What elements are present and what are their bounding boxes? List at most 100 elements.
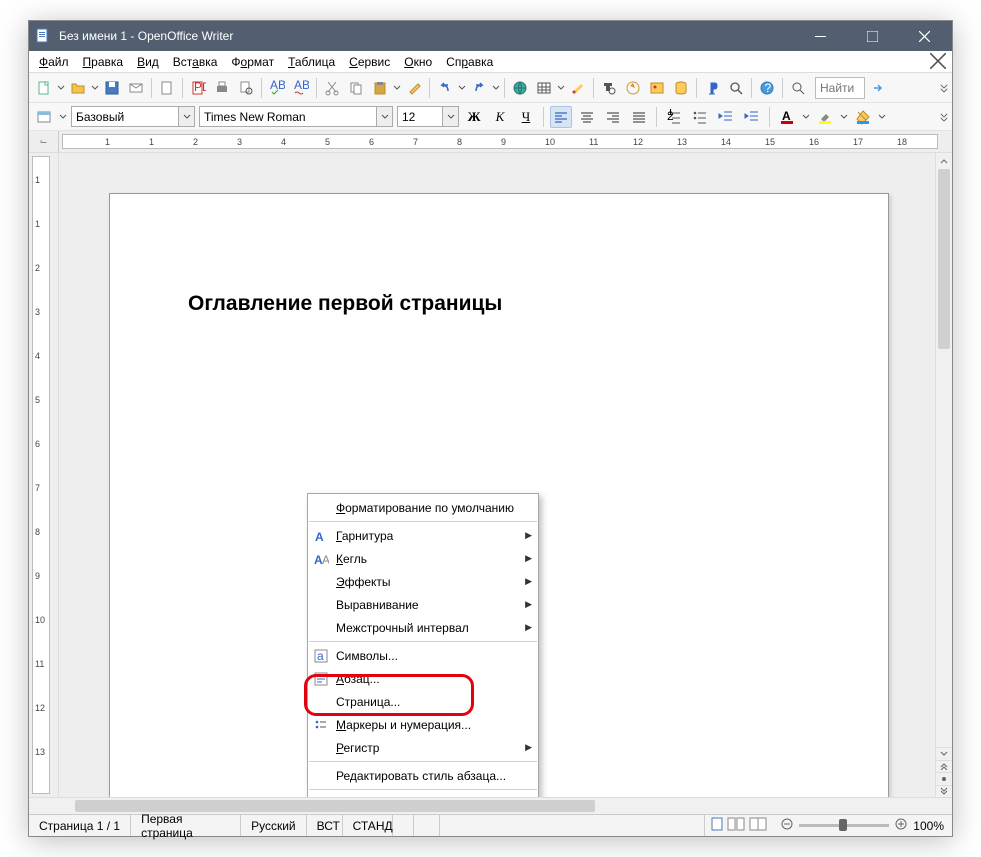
- font-size-combo[interactable]: [397, 106, 459, 127]
- hyperlink-button[interactable]: [509, 77, 531, 99]
- navigation-button[interactable]: [936, 772, 952, 785]
- book-view-icon[interactable]: [749, 817, 767, 834]
- open-button[interactable]: [67, 77, 89, 99]
- maximize-button[interactable]: [850, 21, 894, 51]
- copy-button[interactable]: [345, 77, 367, 99]
- background-color-dropdown[interactable]: [878, 109, 886, 125]
- show-draw-button[interactable]: [567, 77, 589, 99]
- menu-table[interactable]: Таблица: [282, 53, 341, 71]
- nonprinting-button[interactable]: [701, 77, 723, 99]
- find-next-button[interactable]: [867, 77, 889, 99]
- find-field[interactable]: [815, 77, 865, 99]
- cut-button[interactable]: [321, 77, 343, 99]
- zoom-in-button[interactable]: [895, 818, 907, 833]
- vertical-scrollbar[interactable]: [935, 153, 952, 797]
- menu-insert[interactable]: Вставка: [167, 53, 224, 71]
- font-color-button[interactable]: A: [776, 106, 798, 128]
- font-size-input[interactable]: [398, 110, 442, 124]
- find-input[interactable]: [816, 81, 864, 95]
- print-button[interactable]: [211, 77, 233, 99]
- new-dropdown[interactable]: [57, 80, 65, 96]
- status-signature[interactable]: [414, 815, 440, 836]
- heading-text[interactable]: Оглавление первой страницы: [188, 292, 810, 316]
- font-name-dropdown[interactable]: [376, 107, 392, 126]
- formatbar-overflow[interactable]: [940, 109, 948, 125]
- document-area[interactable]: Оглавление первой страницы Форматировани…: [59, 153, 935, 797]
- undo-button[interactable]: [434, 77, 456, 99]
- ctx--[interactable]: AГарнитура▶: [308, 524, 538, 547]
- autospellcheck-button[interactable]: ABC: [290, 77, 312, 99]
- minimize-button[interactable]: [798, 21, 842, 51]
- paste-dropdown[interactable]: [393, 80, 401, 96]
- decrease-indent-button[interactable]: [715, 106, 737, 128]
- ctx--[interactable]: Эффекты▶: [308, 570, 538, 593]
- status-page[interactable]: Страница 1 / 1: [29, 815, 131, 836]
- find-toolbar-icon[interactable]: [787, 77, 809, 99]
- zoom-out-button[interactable]: [781, 818, 793, 833]
- background-color-button[interactable]: [852, 106, 874, 128]
- paragraph-style-dropdown[interactable]: [178, 107, 194, 126]
- horizontal-ruler[interactable]: 1123456789101112131415161718: [62, 134, 938, 149]
- align-right-button[interactable]: [602, 106, 624, 128]
- paste-button[interactable]: [369, 77, 391, 99]
- menu-format[interactable]: Формат: [225, 53, 280, 71]
- save-button[interactable]: [101, 77, 123, 99]
- navigator-button[interactable]: [622, 77, 644, 99]
- highlight-button[interactable]: [814, 106, 836, 128]
- increase-indent-button[interactable]: [741, 106, 763, 128]
- print-preview-button[interactable]: [235, 77, 257, 99]
- spellcheck-button[interactable]: ABC: [266, 77, 288, 99]
- close-button[interactable]: [902, 21, 946, 51]
- horizontal-scroll-thumb[interactable]: [75, 800, 595, 812]
- ctx--[interactable]: aСимволы...: [308, 644, 538, 667]
- align-justify-button[interactable]: [628, 106, 650, 128]
- scroll-up-button[interactable]: [936, 153, 952, 169]
- menu-window[interactable]: Окно: [398, 53, 438, 71]
- ctx--[interactable]: Абзац...: [308, 667, 538, 690]
- find-replace-button[interactable]: [598, 77, 620, 99]
- table-button[interactable]: [533, 77, 555, 99]
- font-name-combo[interactable]: [199, 106, 393, 127]
- zoom-knob[interactable]: [839, 819, 847, 831]
- datasources-button[interactable]: [670, 77, 692, 99]
- prev-page-button[interactable]: [936, 760, 952, 773]
- email-button[interactable]: [125, 77, 147, 99]
- format-paintbrush-button[interactable]: [403, 77, 425, 99]
- bullets-button[interactable]: [689, 106, 711, 128]
- status-page-style[interactable]: Первая страница: [131, 815, 241, 836]
- toolbar-overflow[interactable]: [940, 80, 948, 96]
- status-insert[interactable]: ВСТ: [307, 815, 343, 836]
- zoom-value[interactable]: 100%: [913, 819, 944, 833]
- menu-view[interactable]: Вид: [131, 53, 165, 71]
- vertical-scroll-thumb[interactable]: [938, 169, 950, 349]
- ctx--[interactable]: Вставить: [308, 792, 538, 797]
- italic-button[interactable]: К: [489, 106, 511, 128]
- ctx--[interactable]: Форматирование по умолчанию: [308, 496, 538, 519]
- align-left-button[interactable]: [550, 106, 572, 128]
- zoom-slider[interactable]: [799, 824, 889, 827]
- redo-dropdown[interactable]: [492, 80, 500, 96]
- ctx--[interactable]: Редактировать стиль абзаца...: [308, 764, 538, 787]
- table-dropdown[interactable]: [557, 80, 565, 96]
- close-document-button[interactable]: [930, 53, 946, 69]
- help-button[interactable]: ?: [756, 77, 778, 99]
- font-size-dropdown[interactable]: [442, 107, 458, 126]
- menu-help[interactable]: Справка: [440, 53, 499, 71]
- edit-file-button[interactable]: [156, 77, 178, 99]
- font-name-input[interactable]: [200, 110, 376, 124]
- new-button[interactable]: [33, 77, 55, 99]
- font-color-dropdown[interactable]: [802, 109, 810, 125]
- gallery-button[interactable]: [646, 77, 668, 99]
- styles-button[interactable]: [33, 106, 55, 128]
- underline-button[interactable]: Ч: [515, 106, 537, 128]
- open-dropdown[interactable]: [91, 80, 99, 96]
- status-selection-mode[interactable]: СТАНД: [343, 815, 393, 836]
- paragraph-style-combo[interactable]: [71, 106, 195, 127]
- vertical-ruler[interactable]: 112345678910111213: [32, 156, 50, 794]
- scroll-down-button[interactable]: [936, 747, 952, 760]
- redo-button[interactable]: [468, 77, 490, 99]
- ctx--[interactable]: Межстрочный интервал▶: [308, 616, 538, 639]
- highlight-dropdown[interactable]: [840, 109, 848, 125]
- undo-dropdown[interactable]: [458, 80, 466, 96]
- zoom-button[interactable]: [725, 77, 747, 99]
